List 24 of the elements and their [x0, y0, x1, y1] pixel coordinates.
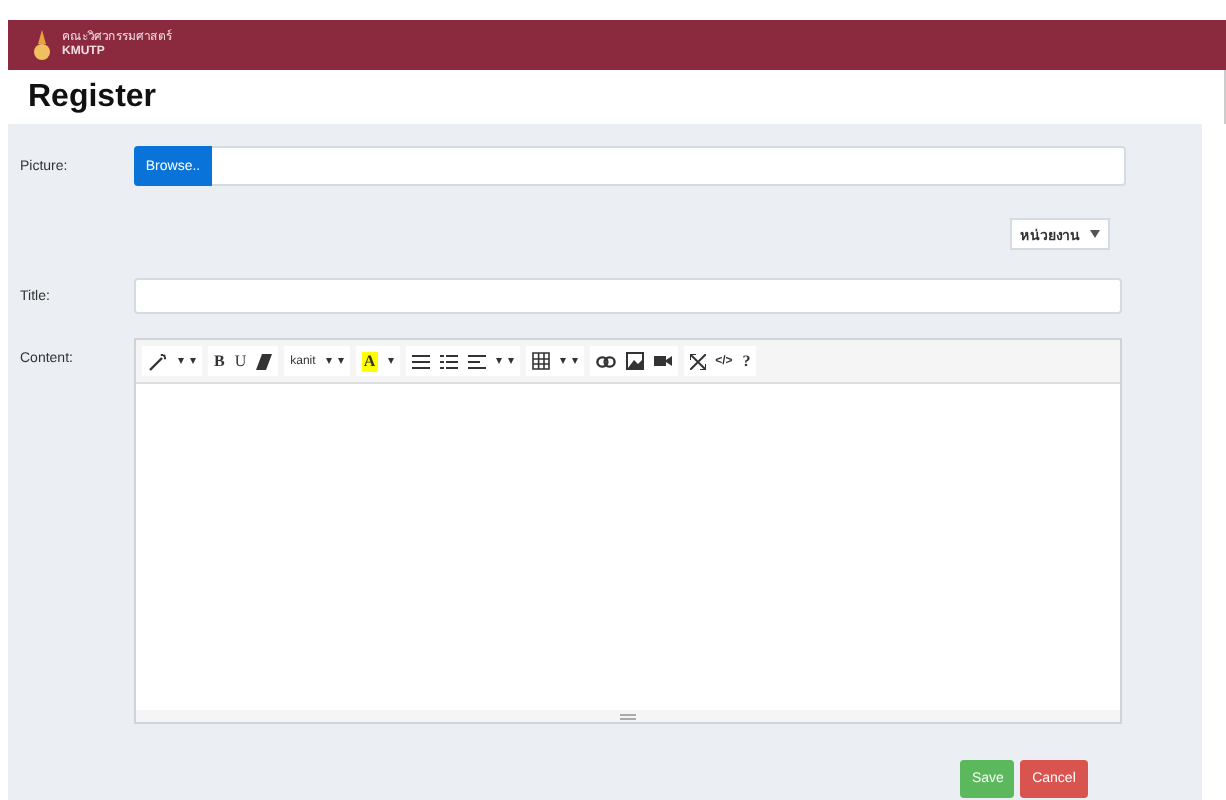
underline-button[interactable]: U: [234, 351, 247, 371]
logo-icon: [32, 29, 52, 61]
magic-wand-icon[interactable]: [148, 351, 168, 371]
video-icon[interactable]: [653, 354, 672, 368]
resize-handle-icon[interactable]: [620, 713, 636, 719]
text-color-button[interactable]: A: [361, 351, 378, 371]
link-icon[interactable]: [595, 355, 616, 367]
align-icon[interactable]: [467, 353, 486, 369]
numbered-list-icon[interactable]: [439, 353, 458, 369]
help-button[interactable]: ?: [742, 351, 751, 371]
caret-icon[interactable]: [178, 357, 196, 365]
caret-icon[interactable]: [325, 357, 344, 365]
caret-icon[interactable]: [387, 357, 394, 365]
bullet-list-icon[interactable]: [411, 353, 430, 369]
caret-icon[interactable]: [495, 357, 514, 365]
fullscreen-icon[interactable]: [689, 353, 706, 369]
page-title: Register: [28, 79, 157, 115]
table-icon[interactable]: [531, 352, 550, 370]
caret-icon: [1090, 230, 1100, 238]
title-field[interactable]: [134, 278, 1122, 314]
eraser-icon[interactable]: [256, 353, 273, 369]
image-icon[interactable]: [625, 352, 644, 370]
caret-icon[interactable]: [559, 357, 578, 365]
bold-button[interactable]: B: [214, 351, 225, 371]
